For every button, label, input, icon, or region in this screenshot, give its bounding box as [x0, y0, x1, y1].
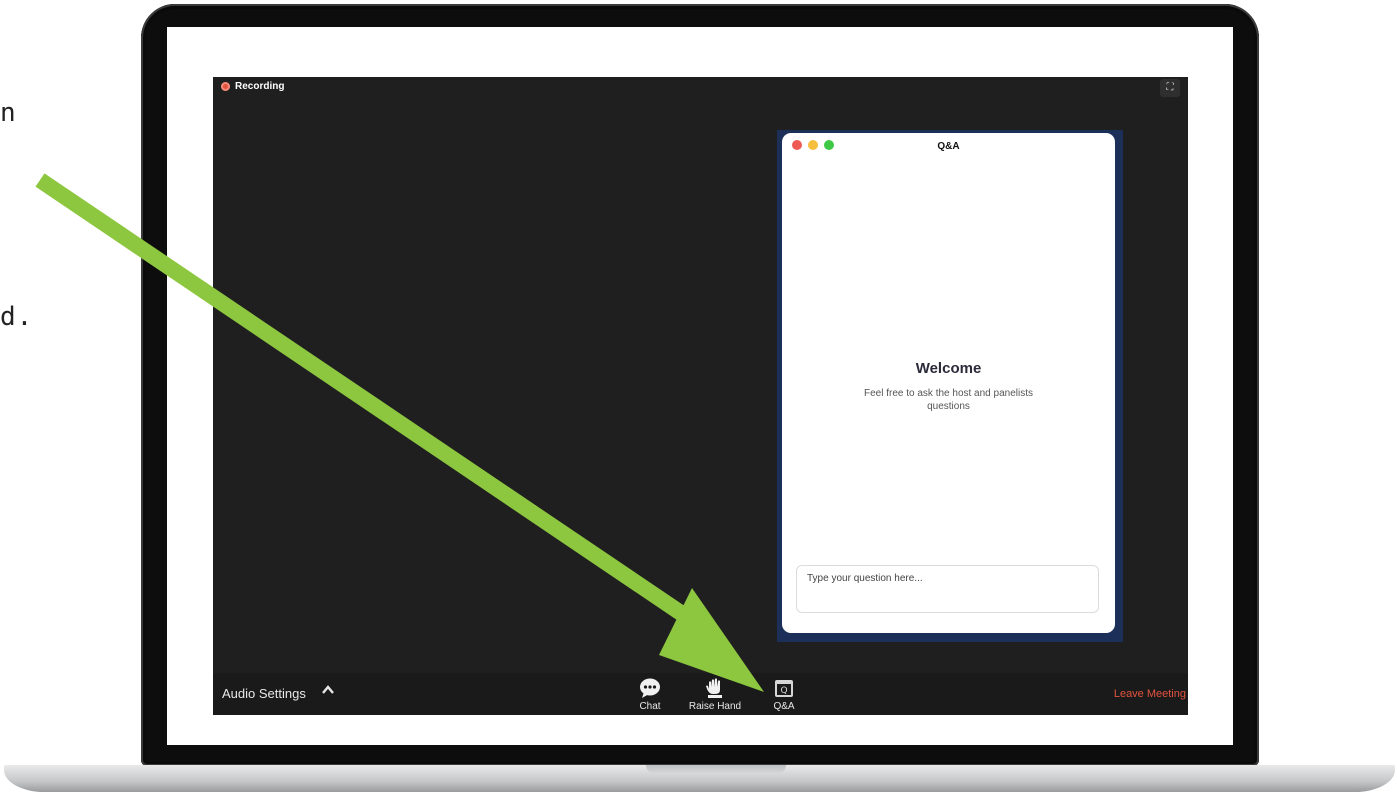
pointer-arrow: [35, 173, 764, 692]
arrow-shaft: [35, 173, 711, 637]
